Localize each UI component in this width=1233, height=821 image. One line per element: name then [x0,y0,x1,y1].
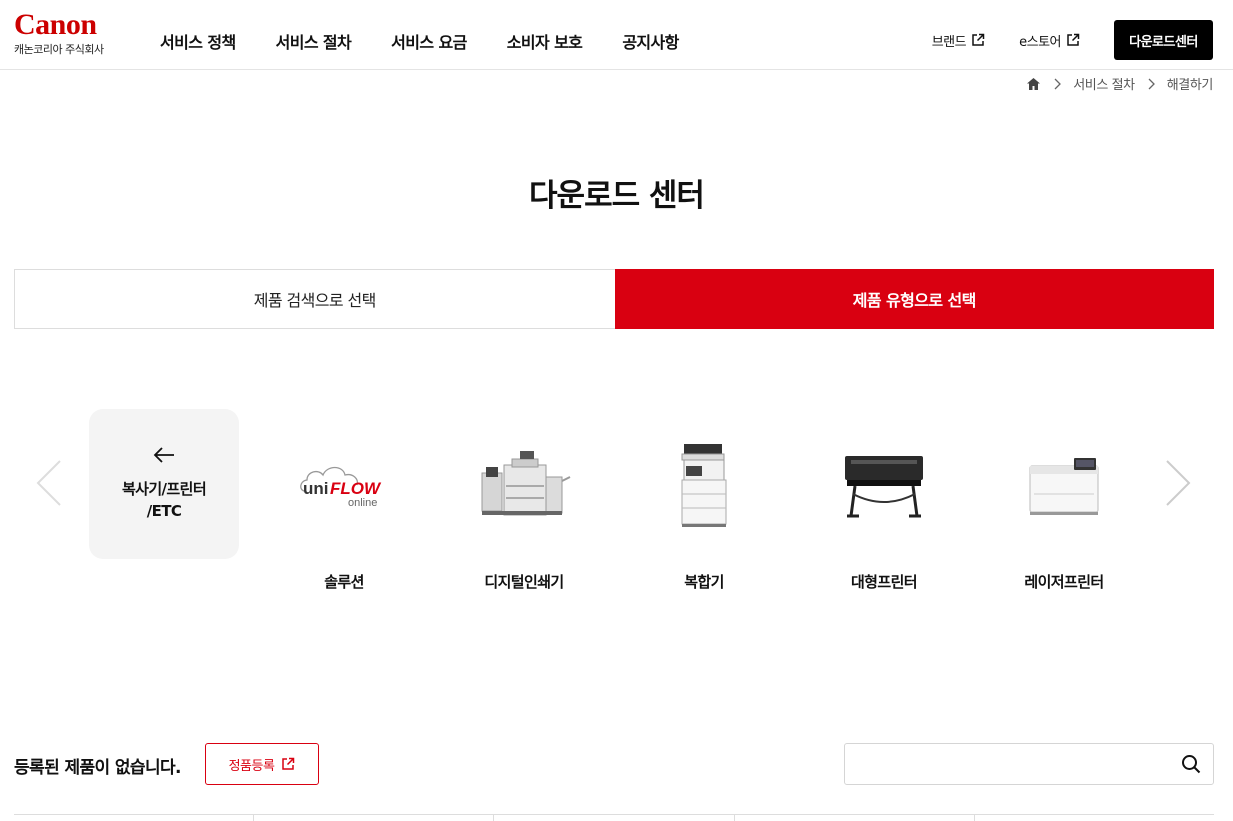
logo-wordmark: Canon [14,8,97,41]
canon-logo[interactable]: Canon 캐논코리아 주식회사 [14,10,129,57]
uniflow-online-text: online [348,497,377,509]
page-title: 다운로드 센터 [529,178,705,214]
product-type-label: 레이저프린터 [1024,573,1104,591]
carousel-prev-icon[interactable] [34,458,64,508]
nav-item-service-fee[interactable]: 서비스 요금 [391,29,467,53]
nav-item-notice[interactable]: 공지사항 [622,29,679,53]
product-type-label: 복합기 [684,573,724,591]
product-type-label: 대형프린터 [850,573,918,591]
table-column [493,815,733,821]
logo-subtitle: 캐논코리아 주식회사 [14,43,104,56]
product-type-laser[interactable]: 레이저프린터 [984,435,1144,592]
product-type-mfp[interactable]: 복합기 [624,435,784,592]
nav-item-service-procedure[interactable]: 서비스 절차 [276,29,352,53]
product-type-carousel: 복사기/프린터/ETC uni FLOW online 솔루션 디지털인쇄기 복… [0,400,1233,600]
back-category-label: 복사기/프린터/ETC [121,480,207,520]
product-type-label: 솔루션 [324,573,364,591]
main-nav: 서비스 정책 서비스 절차 서비스 요금 소비자 보호 공지사항 [160,29,719,53]
estore-link-label: e스토어 [1019,34,1061,50]
product-type-large-format[interactable]: 대형프린터 [804,435,964,592]
table-column [733,815,974,821]
utility-links: 브랜드 e스토어 다운로드센터 [932,20,1213,60]
breadcrumb-item-procedure[interactable]: 서비스 절차 [1073,74,1135,93]
product-search-box [844,743,1214,785]
brand-link-label: 브랜드 [931,34,967,50]
production-printer-image [474,435,574,535]
arrow-left-icon [153,447,174,463]
uniflow-online-logo: uni FLOW online [294,435,394,535]
estore-link[interactable]: e스토어 [1019,31,1080,50]
external-link-icon [972,33,985,46]
product-type-digital-press[interactable]: 디지털인쇄기 [444,435,604,592]
nav-item-consumer-protection[interactable]: 소비자 보호 [507,29,583,53]
breadcrumb: 서비스 절차 해결하기 [1026,74,1213,93]
product-type-solution[interactable]: uni FLOW online 솔루션 [264,435,424,592]
no-registered-product-text: 등록된 제품이 없습니다. [14,758,182,778]
laser-printer-image [1014,435,1114,535]
multifunction-printer-image [654,435,754,535]
chevron-right-icon [1148,78,1155,89]
product-register-label: 정품등록 [228,758,275,774]
breadcrumb-item-current: 해결하기 [1166,78,1214,93]
selection-tabs: 제품 검색으로 선택 제품 유형으로 선택 [14,269,1214,329]
nav-item-service-policy[interactable]: 서비스 정책 [160,29,236,53]
site-header: Canon 캐논코리아 주식회사 서비스 정책 서비스 절차 서비스 요금 소비… [0,0,1233,70]
table-column [14,815,253,821]
table-column [253,815,493,821]
external-link-icon [282,757,295,770]
brand-link[interactable]: 브랜드 [932,31,985,50]
product-table-header [14,814,1214,821]
product-register-button[interactable]: 정품등록 [205,743,319,785]
table-column [973,815,1214,821]
download-center-button[interactable]: 다운로드센터 [1114,20,1213,60]
chevron-right-icon [1054,78,1062,89]
product-type-label: 디지털인쇄기 [484,573,564,591]
uniflow-flow-text: FLOW [330,479,382,498]
external-link-icon [1067,33,1080,46]
large-format-printer-image [834,435,934,535]
tab-product-type[interactable]: 제품 유형으로 선택 [614,269,1214,329]
back-category-card[interactable]: 복사기/프린터/ETC [89,409,239,559]
carousel-next-icon[interactable] [1163,458,1193,508]
tab-product-search[interactable]: 제품 검색으로 선택 [14,269,615,329]
uniflow-uni-text: uni [303,479,329,498]
home-icon[interactable] [1026,77,1041,91]
search-icon[interactable] [1181,754,1201,774]
product-search-input[interactable] [845,744,1175,784]
